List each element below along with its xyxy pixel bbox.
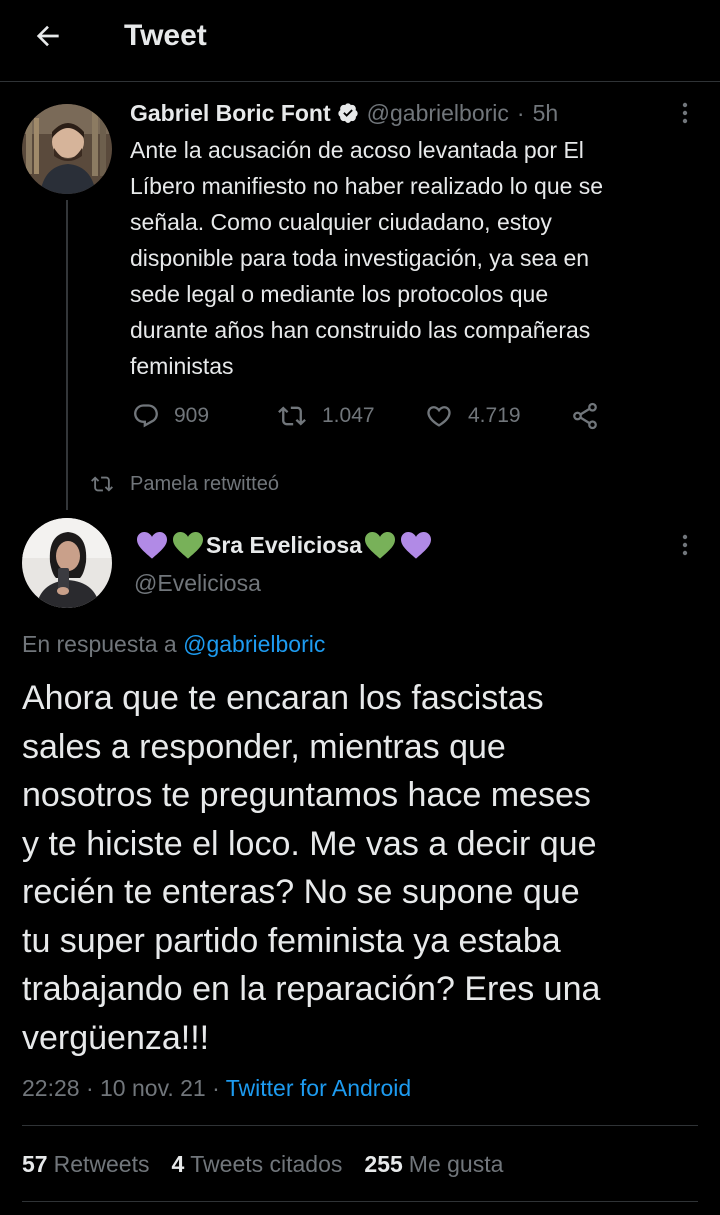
engagement-stats: 57 Retweets 4 Tweets citados 255 Me gusta <box>22 1148 525 1180</box>
more-options-button[interactable] <box>670 98 700 128</box>
tweet-time-ago[interactable]: 5h <box>533 100 559 127</box>
reply-button[interactable]: 909 <box>132 398 209 434</box>
reply-author-handle[interactable]: @Eveliciosa <box>134 570 261 597</box>
more-vertical-icon <box>682 534 688 556</box>
quotes-stat[interactable]: 4 Tweets citados <box>171 1148 342 1180</box>
author-handle[interactable]: @gabrielboric <box>367 100 509 127</box>
avatar-gabrielboric[interactable] <box>22 104 112 194</box>
page-title: Tweet <box>124 19 207 52</box>
source-link[interactable]: Twitter for Android <box>226 1075 411 1101</box>
share-icon <box>573 402 597 430</box>
reply-author-row[interactable]: Sra Eveliciosa <box>134 528 434 562</box>
dot-separator: · <box>85 1075 94 1101</box>
tweet-meta: 22:28 · 10 nov. 21 · Twitter for Android <box>22 1072 411 1104</box>
reply-prefix: En respuesta a <box>22 631 177 657</box>
in-reply-to: En respuesta a @gabrielboric <box>22 628 325 660</box>
retweets-label: Retweets <box>53 1151 150 1177</box>
divider <box>22 1125 698 1126</box>
divider <box>22 1201 698 1202</box>
more-options-button[interactable] <box>670 530 700 560</box>
retweet-icon <box>278 406 306 426</box>
tweet-date: 10 nov. 21 <box>100 1075 206 1101</box>
retweeted-by-text: Pamela retwitteó <box>130 472 279 495</box>
reply-tweet-text: Ahora que te encaran los fascistas sales… <box>22 679 601 1057</box>
original-tweet-text: Ante la acusación de acoso levantada por… <box>130 137 604 379</box>
like-button[interactable]: 4.719 <box>424 398 521 434</box>
quotes-count: 4 <box>171 1151 185 1177</box>
arrow-left-icon <box>36 25 59 47</box>
retweets-stat[interactable]: 57 Retweets <box>22 1148 149 1180</box>
like-count: 4.719 <box>468 404 521 427</box>
top-bar: Tweet <box>0 0 720 82</box>
dot-separator: · <box>516 99 525 126</box>
more-vertical-icon <box>682 102 688 124</box>
green-heart-icon <box>171 530 205 560</box>
heart-outline-icon <box>427 406 451 427</box>
share-button[interactable] <box>570 398 614 434</box>
back-button[interactable] <box>24 14 72 58</box>
reply-icon <box>134 404 158 428</box>
likes-stat[interactable]: 255 Me gusta <box>364 1148 503 1180</box>
verified-badge-icon <box>337 102 359 124</box>
quotes-label: Tweets citados <box>190 1151 343 1177</box>
dot-separator: · <box>212 1075 220 1101</box>
thread-connector-line <box>66 200 68 510</box>
retweeted-by-note[interactable]: Pamela retwitteó <box>90 470 279 498</box>
retweet-small-icon <box>91 476 113 492</box>
green-heart-icon <box>363 530 397 560</box>
retweet-count: 1.047 <box>322 404 375 427</box>
retweet-button[interactable]: 1.047 <box>276 398 375 434</box>
tweet-header: Gabriel Boric Font @gabrielboric · 5h <box>130 97 558 129</box>
tweet-time: 22:28 <box>22 1075 80 1101</box>
avatar-eveliciosa[interactable] <box>22 518 112 608</box>
purple-heart-icon <box>399 530 433 560</box>
avatar-photo <box>22 518 112 608</box>
likes-label: Me gusta <box>408 1151 504 1177</box>
reply-count: 909 <box>174 404 210 427</box>
likes-count: 255 <box>364 1151 403 1177</box>
purple-heart-icon <box>135 530 169 560</box>
retweets-count: 57 <box>22 1151 48 1177</box>
reply-author-name: Sra Eveliciosa <box>206 531 362 558</box>
author-name[interactable]: Gabriel Boric Font <box>130 100 331 127</box>
reply-mention-link[interactable]: @gabrielboric <box>183 631 325 657</box>
avatar-photo <box>22 104 112 194</box>
